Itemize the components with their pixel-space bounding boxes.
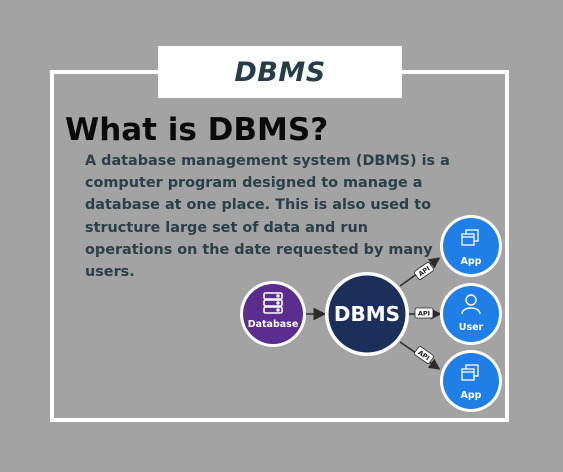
- app-node-bottom: App: [440, 350, 502, 412]
- dbms-diagram: API API API Database DBMS App User App: [240, 215, 502, 412]
- database-label: Database: [248, 319, 299, 330]
- dbms-node: DBMS: [325, 272, 409, 356]
- client-label: App: [461, 390, 482, 401]
- client-label: App: [461, 256, 482, 267]
- api-label: API: [418, 310, 430, 318]
- app-node-top: App: [440, 215, 502, 277]
- database-node: Database: [240, 281, 306, 347]
- dbms-label: DBMS: [334, 302, 400, 326]
- user-node: User: [440, 283, 502, 345]
- api-tag-bottom: API: [414, 346, 434, 364]
- api-tag-middle: API: [414, 307, 434, 319]
- client-label: User: [459, 322, 484, 333]
